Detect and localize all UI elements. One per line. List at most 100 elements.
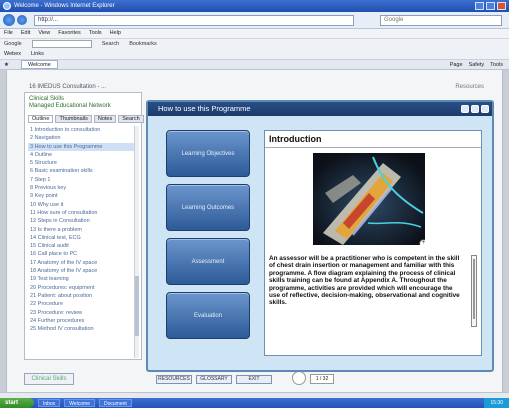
panel-title: Clinical Skills Managed Educational Netw… [25,93,141,110]
learning-outcomes-button[interactable]: Learning Outcomes [166,184,250,231]
exit-button[interactable]: EXIT [236,375,272,384]
glossary-button[interactable]: GLOSSARY [196,375,232,384]
content-heading: Introduction [265,131,481,148]
dialog-controls [461,105,489,113]
toolbar-bookmarks-button[interactable]: Bookmarks [129,39,157,49]
panel-title-line2: Managed Educational Network [29,103,111,109]
links-webex[interactable]: Webex [4,49,21,59]
outline-item[interactable]: 20 Procedures: equipment [28,284,136,292]
resources-link[interactable]: Resources [455,84,484,90]
outline-item[interactable]: 23 Procedure: review [28,309,136,317]
outline-item[interactable]: 13 Is there a problem [28,226,136,234]
outline-item[interactable]: 5 Structure [28,159,136,167]
panel-title-line1: Clinical Skills [29,96,65,102]
toolbar-search-button[interactable]: Search [102,39,119,49]
breadcrumb: 16 IMEDUS Consultation - ... [29,84,107,90]
google-label: Google [4,41,22,47]
outline-item[interactable]: 19 Test learning [28,275,136,283]
browser-search-input[interactable]: Google [380,15,502,26]
slide-counter: 1 / 32 [310,374,334,384]
favorites-star-icon[interactable]: ★ [4,60,9,69]
tab-outline[interactable]: Outline [28,115,54,123]
player-controls: RESOURCES GLOSSARY EXIT [156,375,272,384]
tab-thumbnails[interactable]: Thumbnails [55,115,92,123]
outline-item[interactable]: 21 Patient: about position [28,292,136,300]
dialog-title-bar: How to use this Programme [148,102,492,116]
resources-button[interactable]: RESOURCES [156,375,192,384]
minimize-button[interactable] [475,2,484,10]
taskbar: start Inbox Welcome Document 15:30 [0,398,509,408]
address-bar-row: http://... Google [0,12,509,29]
dialog-section-buttons: Learning Objectives Learning Outcomes As… [166,130,250,339]
menu-bar: File Edit View Favorites Tools Help [0,29,509,38]
outline-item[interactable]: 1 Introduction to consultation [28,126,136,134]
outline-scroll-thumb[interactable] [135,276,139,336]
outline-item[interactable]: 8 Previous key [28,184,136,192]
outline-item[interactable]: 7 Step 1 [28,176,136,184]
tools-menu[interactable]: Tools [490,60,503,69]
links-links[interactable]: Links [31,49,44,59]
outline-panel: Clinical Skills Managed Educational Netw… [24,92,144,360]
outline-item[interactable]: 24 Further procedures [28,317,136,325]
outline-item[interactable]: 25 Method IV consultation [28,325,136,333]
menu-tools[interactable]: Tools [89,29,102,38]
taskbar-item-inbox[interactable]: Inbox [38,399,61,407]
outline-item[interactable]: 6 Basic examination skills [28,167,136,175]
menu-view[interactable]: View [38,29,50,38]
outline-item[interactable]: 9 Key point [28,192,136,200]
window-controls [475,2,506,10]
page-menu[interactable]: Page [450,60,463,69]
dialog-minimize-button[interactable] [471,105,479,113]
tab-search[interactable]: Search [118,115,144,123]
favorites-bar: ★ Welcome Page Safety Tools [0,59,509,70]
browser-tab[interactable]: Welcome [20,60,58,69]
menu-help[interactable]: Help [110,29,121,38]
dialog-help-button[interactable] [461,105,469,113]
safety-menu[interactable]: Safety [469,60,485,69]
close-button[interactable] [497,2,506,10]
forward-button[interactable] [17,15,27,25]
tab-notes[interactable]: Notes [93,115,117,123]
content-scroll-thumb[interactable] [473,259,475,319]
outline-item[interactable]: 22 Procedure [28,300,136,308]
content-scrollbar[interactable] [471,255,477,327]
links-bar: Webex Links [0,49,509,59]
menu-file[interactable]: File [4,29,13,38]
assessment-button[interactable]: Assessment [166,238,250,285]
outline-item[interactable]: 17 Anatomy of the IV space [28,259,136,267]
outline-item[interactable]: 3 How to use this Programme [28,142,136,151]
taskbar-item-document[interactable]: Document [98,399,132,407]
browser-title-bar: Welcome - Windows Internet Explorer [0,0,509,12]
taskbar-item-welcome[interactable]: Welcome [64,399,95,407]
outline-item[interactable]: 10 Why use it [28,201,136,209]
system-tray-clock: 15:30 [484,398,509,408]
menu-favorites[interactable]: Favorites [58,29,81,38]
address-input[interactable]: http://... [34,15,354,26]
dialog-title: How to use this Programme [158,104,251,113]
learning-objectives-button[interactable]: Learning Objectives [166,130,250,177]
evaluation-button[interactable]: Evaluation [166,292,250,339]
outline-item[interactable]: 15 Clinical audit [28,242,136,250]
maximize-button[interactable] [486,2,495,10]
how-to-use-dialog: How to use this Programme Learning Objec… [146,100,494,372]
dialog-close-button[interactable] [481,105,489,113]
zoom-icon[interactable]: + [419,239,425,245]
outline-item[interactable]: 18 Anatomy of the IV space [28,267,136,275]
menu-edit[interactable]: Edit [21,29,30,38]
outline-item[interactable]: 14 Clinical test, ECG [28,234,136,242]
panel-tabs: Outline Thumbnails Notes Search [28,115,144,123]
start-button[interactable]: start [0,398,34,408]
outline-scrollbar[interactable] [134,126,139,358]
outline-item[interactable]: 4 Outline [28,151,136,159]
outline-item[interactable]: 11 How sure of consultation [28,209,136,217]
back-button[interactable] [3,14,15,26]
google-toolbar: Google Search Bookmarks [0,38,509,49]
outline-item[interactable]: 12 Steps in Consultation [28,217,136,225]
outline-item[interactable]: 16 Call place to PC [28,250,136,258]
google-search-field[interactable] [31,40,92,48]
window-title: Welcome - Windows Internet Explorer [14,3,115,9]
outline-item[interactable]: 2 Navigation [28,134,136,142]
command-bar: Page Safety Tools [450,60,509,69]
chest-drain-illustration: + [313,153,425,245]
play-pause-button[interactable] [292,371,306,385]
